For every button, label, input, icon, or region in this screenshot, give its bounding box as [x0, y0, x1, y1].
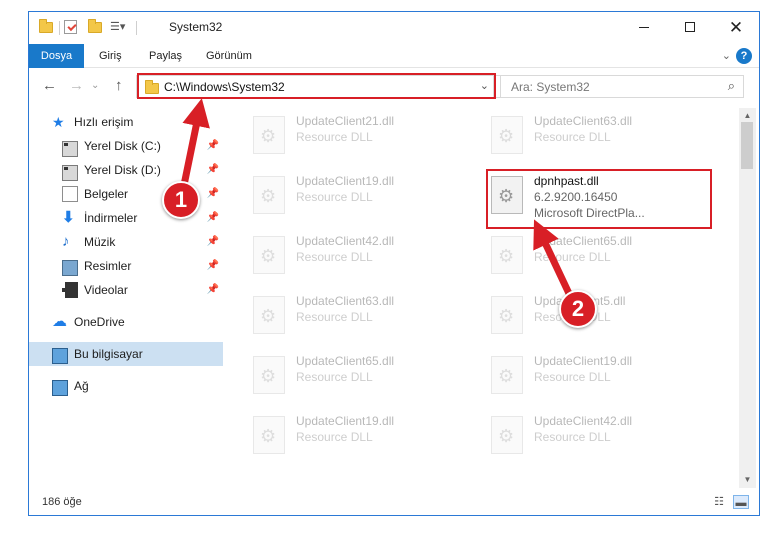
- annotation-arrows: [179, 98, 577, 304]
- step-1-badge: 1: [162, 181, 200, 219]
- arrow-to-address-bar: [179, 98, 210, 191]
- step-2-badge: 2: [559, 290, 597, 328]
